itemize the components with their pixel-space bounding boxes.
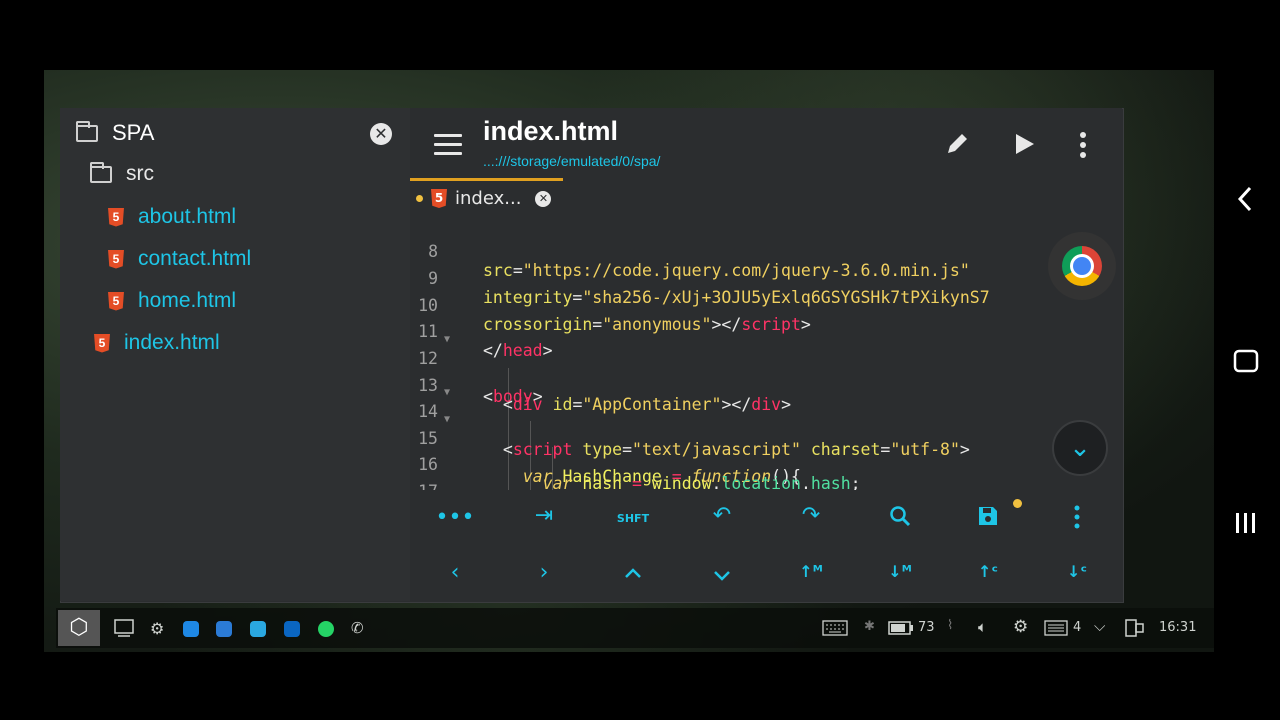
cursor-down-key[interactable] xyxy=(702,563,742,588)
tree-file-label: contact.html xyxy=(138,247,252,270)
search-icon[interactable] xyxy=(880,505,920,533)
more-vert-key[interactable] xyxy=(1057,505,1097,535)
html5-icon: 5 xyxy=(108,291,124,311)
battery-level: 73 xyxy=(918,620,935,635)
play-icon[interactable] xyxy=(1012,131,1036,163)
battery-icon xyxy=(888,621,914,639)
volume-icon[interactable]: 🔈︎ xyxy=(978,618,987,636)
code-line: 16 var hash = window.location.hash; xyxy=(418,455,861,490)
tree-root-folder[interactable]: SPA xyxy=(76,120,154,146)
folder-icon xyxy=(76,120,98,142)
desktop-icon[interactable] xyxy=(114,619,134,641)
tree-file-label: index.html xyxy=(124,331,220,354)
tree-file-label: home.html xyxy=(138,289,237,312)
chevron-down-icon[interactable]: ⌵ xyxy=(1094,617,1105,635)
notification-count: 4 xyxy=(1073,620,1082,635)
file-path: ...:///storage/emulated/0/spa/ xyxy=(483,153,661,169)
code-editor[interactable]: 8 src="https://code.jquery.com/jquery-3.… xyxy=(410,222,1122,490)
chrome-icon xyxy=(1062,246,1102,286)
back-nav-icon[interactable] xyxy=(1236,184,1254,221)
more-dots-key[interactable]: ••• xyxy=(435,505,475,530)
tree-folder-label: src xyxy=(126,162,154,185)
code-line: 9 integrity="sha256-/xUj+3OJU5yExlq6GSYG… xyxy=(428,269,990,307)
jump-bottom-c-key[interactable]: ↓ᶜ xyxy=(1057,562,1097,581)
jump-top-c-key[interactable]: ↑ᶜ xyxy=(968,562,1008,581)
wifi-off-icon: ⌇ xyxy=(947,618,954,633)
close-drawer-icon[interactable]: ✕ xyxy=(370,123,392,145)
notifications-icon[interactable] xyxy=(1044,620,1068,640)
gear-icon[interactable]: ⚙ xyxy=(1013,617,1028,637)
play-store-app-icon[interactable] xyxy=(216,621,232,637)
html5-icon: 5 xyxy=(431,189,447,208)
tree-file-about[interactable]: 5 about.html xyxy=(108,205,236,229)
tab-label: index... xyxy=(455,188,522,209)
html5-icon: 5 xyxy=(94,333,110,353)
code-line: 17 if( hash.startsWith("#/") && hash.len… xyxy=(410,463,1122,490)
vpn-app-icon[interactable] xyxy=(250,621,266,637)
unsaved-dot-icon xyxy=(416,195,423,202)
settings-app-icon[interactable]: ⚙ xyxy=(150,619,164,638)
code-line: 11 </head> xyxy=(418,322,553,360)
tree-file-index[interactable]: 5 index.html xyxy=(94,331,220,355)
more-vert-icon[interactable] xyxy=(1078,131,1088,165)
recents-nav-icon[interactable] xyxy=(1234,510,1258,543)
code-line: 14 ▼ <script type="text/javascript" char… xyxy=(418,387,970,459)
code-line: 15 ▼ var HashChange = function(){ xyxy=(418,414,801,486)
meet-app-icon[interactable] xyxy=(183,621,199,637)
pencil-icon[interactable] xyxy=(945,130,971,162)
file-title: index.html xyxy=(483,116,619,146)
chrome-floating-bubble[interactable] xyxy=(1048,232,1116,300)
tab-key[interactable]: ⇥ xyxy=(524,503,564,528)
home-nav-icon[interactable] xyxy=(1233,348,1259,381)
clock: 16:31 xyxy=(1159,620,1197,635)
window-mode-icon[interactable] xyxy=(1125,619,1145,641)
save-icon[interactable] xyxy=(968,505,1008,533)
cursor-left-key[interactable]: ‹ xyxy=(435,560,475,585)
code-line: 8 src="https://code.jquery.com/jquery-3.… xyxy=(428,242,970,280)
code-line: 10 crossorigin="anonymous"></script> xyxy=(418,296,811,334)
phone-app-icon[interactable]: ✆ xyxy=(351,619,364,637)
undo-icon[interactable]: ↶ xyxy=(702,503,742,528)
whatsapp-app-icon[interactable] xyxy=(318,621,334,637)
folder-icon xyxy=(90,161,112,183)
tree-root-label: SPA xyxy=(112,120,155,145)
tab-index[interactable]: 5 index... ✕ xyxy=(410,178,563,216)
cursor-right-key[interactable]: › xyxy=(524,560,564,585)
cursor-up-key[interactable] xyxy=(613,560,653,585)
scroll-down-button[interactable]: ⌄ xyxy=(1052,420,1108,476)
html5-icon: 5 xyxy=(108,207,124,227)
tree-folder-src[interactable]: src xyxy=(90,161,154,186)
shift-key[interactable]: SHFT xyxy=(613,512,653,525)
html5-icon: 5 xyxy=(108,249,124,269)
unsaved-indicator-icon xyxy=(1013,499,1022,508)
code-line: 13 <div id="AppContainer"></div> xyxy=(418,376,792,414)
tab-close-icon[interactable]: ✕ xyxy=(535,190,552,207)
keyboard-icon[interactable] xyxy=(822,620,848,640)
jump-bottom-m-key[interactable]: ↓ᴹ xyxy=(880,562,920,581)
tree-file-label: about.html xyxy=(138,205,237,228)
linkedin-app-icon[interactable] xyxy=(284,621,300,637)
start-menu-icon[interactable]: ⬡ xyxy=(58,610,100,646)
menu-icon[interactable] xyxy=(434,134,462,156)
tree-file-contact[interactable]: 5 contact.html xyxy=(108,247,251,271)
jump-top-m-key[interactable]: ↑ᴹ xyxy=(791,562,831,581)
bluetooth-icon: ✱ xyxy=(864,619,875,634)
redo-icon[interactable]: ↷ xyxy=(791,503,831,528)
tree-file-home[interactable]: 5 home.html xyxy=(108,289,236,313)
code-line: 12 ▼ <body> xyxy=(418,334,543,406)
